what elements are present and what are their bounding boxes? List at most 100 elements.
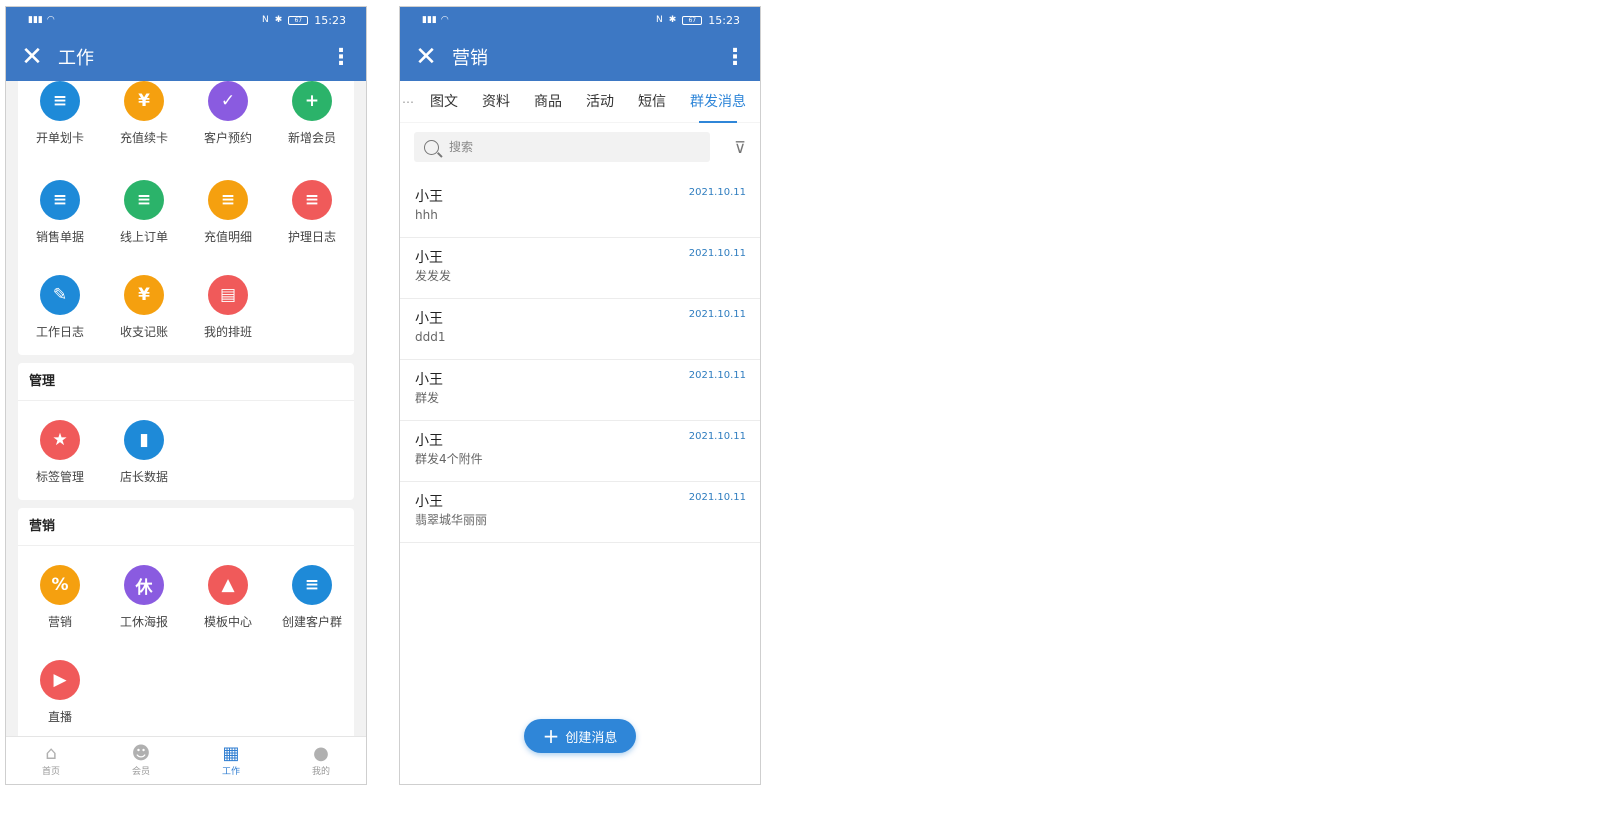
message-row[interactable]: 小王 群发 2021.10.11 (400, 360, 760, 421)
message-date: 2021.10.11 (688, 187, 746, 198)
more-options-icon[interactable]: ⋮ (724, 45, 746, 70)
grid-item-label: 工休海报 (119, 615, 168, 629)
nfc-icon: N (262, 15, 269, 25)
tab[interactable]: ⋯ (402, 81, 418, 123)
message-row[interactable]: 小王 翡翠城华丽丽 2021.10.11 (400, 482, 760, 543)
grid-item-label: 充值续卡 (119, 131, 168, 145)
section-card: 营销% 营销休工休海报 ▲ 模板中心 ≡ 创建客户群 ▶ 直播 (18, 508, 354, 736)
grid-item[interactable]: + 新增会员 (270, 81, 354, 161)
grid-item[interactable]: ¥ 充值续卡 (102, 81, 186, 161)
grid-item[interactable]: ≡ 开单划卡 (18, 81, 102, 161)
nav-item[interactable]: ☻ 会员 (96, 737, 186, 784)
ledger-icon: ¥ (124, 275, 164, 315)
create-message-label: 创建消息 (565, 730, 618, 746)
grid-item[interactable]: ✎ 工作日志 (18, 256, 102, 351)
tab[interactable]: 群发消息 (678, 81, 758, 123)
grid-item[interactable]: ≡ 充值明细 (186, 161, 270, 256)
nfc-icon: N (656, 15, 663, 25)
tab[interactable]: 短信 (626, 81, 678, 123)
grid-item-label: 客户预约 (203, 131, 252, 145)
search-input[interactable] (449, 140, 669, 154)
grid-item-label: 模板中心 (203, 615, 252, 629)
grid-item-label: 开单划卡 (35, 131, 84, 145)
rest-poster-icon: 休 (124, 565, 164, 605)
online-order-icon: ≡ (124, 180, 164, 220)
tab[interactable]: 图文 (418, 81, 470, 123)
grid-item[interactable]: ≡ 销售单据 (18, 161, 102, 256)
image-template-icon: ▲ (208, 565, 248, 605)
grid-item[interactable]: ✓ 客户预约 (186, 81, 270, 161)
message-list: 小王 hhh 2021.10.11 小王 发发发 2021.10.11 小王 ddd1 2021… (400, 177, 760, 543)
app-bar: ✕ 工作 ⋮ (6, 33, 366, 81)
work-content: ≡ 开单划卡 ¥ 充值续卡 ✓ 客户预约 + 新增会员 ≡ 销售单据 ≡ 线上订单 ≡ 充值明细 ≡ 护理日志… (6, 81, 366, 736)
wifi-icon: ◠ (440, 15, 449, 25)
message-text: 群发 (415, 391, 440, 405)
care-log-icon: ≡ (292, 180, 332, 220)
plus-icon: + (542, 724, 560, 748)
work-screen: ▮▮▮ ◠ N ✱ 67 15:23 ✕ 工作 ⋮ ≡ 开单划卡 ¥ 充值续卡 ✓ 客户预… (5, 6, 367, 785)
grid-item[interactable]: 休工休海报 (102, 546, 186, 641)
search-row: ⊽ (400, 127, 760, 167)
close-icon[interactable]: ✕ (20, 44, 44, 70)
page-title: 营销 (452, 48, 488, 69)
more-options-icon[interactable]: ⋮ (330, 45, 352, 70)
message-text: 群发4个附件 (415, 452, 483, 466)
status-bar: ▮▮▮ ◠ N ✱ 67 15:23 (400, 7, 760, 33)
tab[interactable]: 资料 (470, 81, 522, 123)
create-message-button[interactable]: + 创建消息 (524, 719, 636, 753)
nav-item[interactable]: ⌂ 首页 (6, 737, 96, 784)
tab[interactable]: 商品 (522, 81, 574, 123)
grid-item[interactable]: ▮ 店长数据 (102, 401, 186, 496)
receipt-icon: ≡ (40, 180, 80, 220)
grid-item-label: 销售单据 (35, 230, 84, 244)
section-title: 营销 (18, 508, 354, 546)
grid-item[interactable]: ¥ 收支记账 (102, 256, 186, 351)
message-row[interactable]: 小王 群发4个附件 2021.10.11 (400, 421, 760, 482)
nav-item-label: 首页 (41, 767, 60, 777)
grid-item[interactable]: ▤ 我的排班 (186, 256, 270, 351)
message-row[interactable]: 小王 发发发 2021.10.11 (400, 238, 760, 299)
grid-item-label: 直播 (47, 710, 72, 724)
percent-icon: % (40, 565, 80, 605)
filter-icon[interactable]: ⊽ (722, 138, 746, 157)
grid-item[interactable]: ★ 标签管理 (18, 401, 102, 496)
calendar-check-icon: ✓ (208, 81, 248, 121)
grid-item[interactable]: ≡ 线上订单 (102, 161, 186, 256)
grid-item[interactable]: ≡ 创建客户群 (270, 546, 354, 641)
recharge-detail-icon: ≡ (208, 180, 248, 220)
marketing-screen: ▮▮▮ ◠ N ✱ 67 15:23 ✕ 营销 ⋮ ⋯ 图文 资料 商品 活动 短信 群发消… (399, 6, 761, 785)
bluetooth-icon: ✱ (668, 15, 677, 25)
member-icon: ☻ (131, 743, 151, 764)
grid-item-label: 营销 (47, 615, 72, 629)
list-doc-icon: ≡ (40, 81, 80, 121)
grid-item[interactable]: ▶ 直播 (18, 641, 102, 736)
nav-item[interactable]: ● 我的 (276, 737, 366, 784)
nav-item-label: 我的 (311, 767, 330, 777)
schedule-icon: ▤ (208, 275, 248, 315)
grid-item[interactable]: % 营销 (18, 546, 102, 641)
grid-item-label: 创建客户群 (281, 615, 342, 629)
grid-item[interactable]: ≡ 护理日志 (270, 161, 354, 256)
clock: 15:23 (314, 13, 346, 27)
grid-item-label: 线上订单 (119, 230, 168, 244)
battery-icon: 67 (682, 15, 703, 25)
signal-icon: ▮▮▮ (28, 15, 43, 25)
grid-item-label: 标签管理 (35, 470, 84, 484)
live-video-icon: ▶ (40, 660, 80, 700)
close-icon[interactable]: ✕ (414, 44, 438, 70)
grid-item[interactable]: ▲ 模板中心 (186, 546, 270, 641)
section-grid: % 营销 休工休海报 ▲ 模板中心 ≡ 创建客户群 ▶ 直播 (18, 546, 354, 736)
nav-item[interactable]: ▦ 工作 (186, 737, 276, 784)
message-date: 2021.10.11 (688, 370, 746, 381)
message-row[interactable]: 小王 ddd1 2021.10.11 (400, 299, 760, 360)
message-row[interactable]: 小王 hhh 2021.10.11 (400, 177, 760, 238)
grid-item-label: 收支记账 (119, 325, 168, 339)
search-box[interactable] (414, 132, 710, 162)
bottom-nav: ⌂ 首页 ☻ 会员 ▦ 工作 ● 我的 (6, 736, 366, 784)
message-date: 2021.10.11 (688, 492, 746, 503)
grid-icon: ▦ (222, 743, 240, 764)
tab[interactable]: 活动 (574, 81, 626, 123)
page-title: 工作 (58, 48, 94, 69)
status-bar: ▮▮▮ ◠ N ✱ 67 15:23 (6, 7, 366, 33)
add-user-icon: + (292, 81, 332, 121)
